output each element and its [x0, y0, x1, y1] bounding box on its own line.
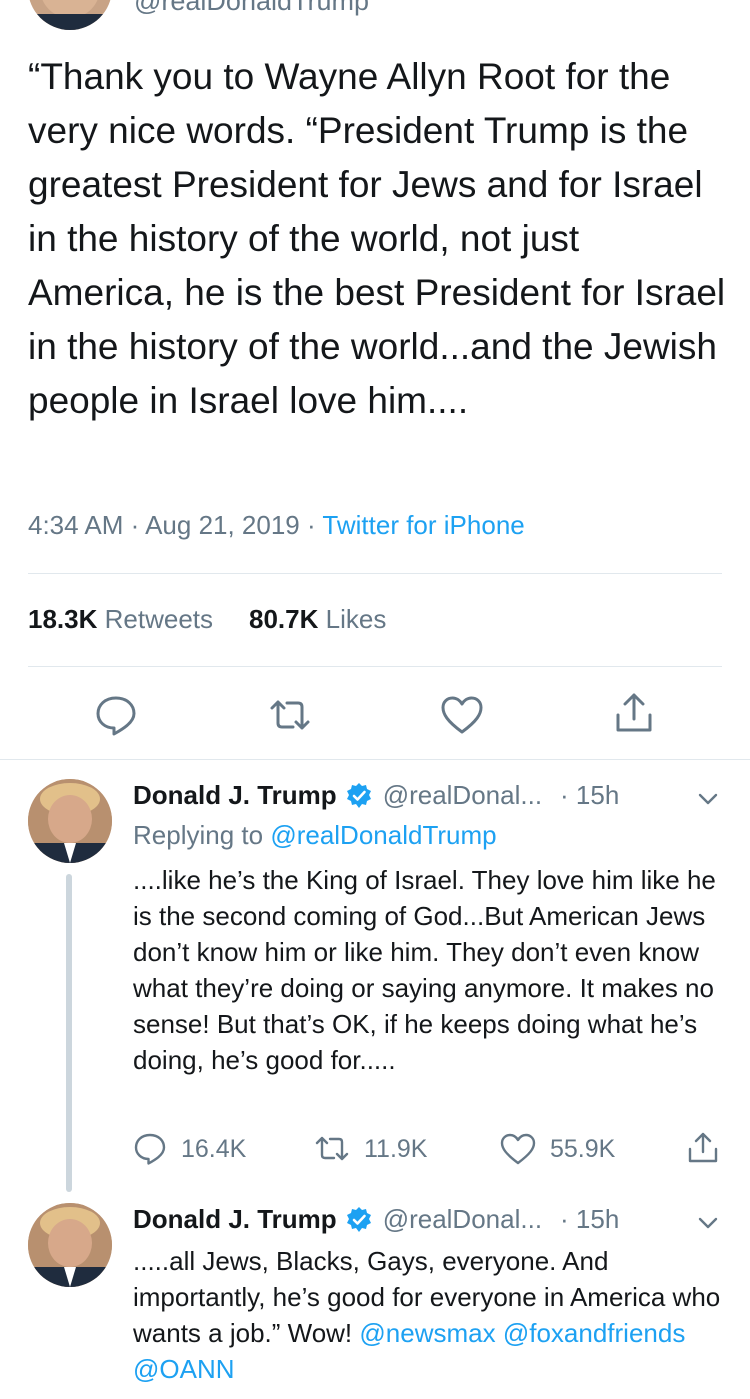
reply-avatar[interactable] [28, 779, 112, 863]
tweet-date: Aug 21, 2019 [145, 510, 300, 540]
meta-separator: · [299, 510, 323, 540]
retweet-button[interactable] [268, 693, 312, 737]
author-name[interactable]: Donald J. Trump [133, 780, 337, 811]
share-button[interactable] [612, 691, 656, 735]
reply-button[interactable]: 16.4K [133, 1132, 246, 1166]
retweet-button[interactable]: 11.9K [314, 1132, 427, 1166]
author-handle[interactable]: @realDonal... [383, 780, 542, 811]
author-handle[interactable]: @realDonal... [383, 1204, 542, 1235]
reply-text: .....all Jews, Blacks, Gays, everyone. A… [133, 1243, 733, 1387]
heart-icon [441, 696, 483, 734]
likes-stat[interactable]: 80.7K Likes [249, 604, 386, 634]
meta-separator: · [123, 510, 146, 540]
retweets-stat[interactable]: 18.3K Retweets [28, 604, 213, 634]
retweet-icon [315, 1136, 349, 1161]
chevron-down-icon[interactable] [695, 1210, 721, 1236]
reply-time: · 15h [560, 780, 620, 810]
likes-label: Likes [325, 604, 387, 634]
like-button[interactable] [440, 693, 484, 737]
mention-foxandfriends[interactable]: @foxandfriends [503, 1318, 686, 1348]
reply-button[interactable] [94, 693, 138, 737]
reply-icon [134, 1133, 166, 1165]
divider [28, 573, 722, 574]
likes-count: 80.7K [249, 604, 319, 634]
mention-newsmax[interactable]: @newsmax [359, 1318, 495, 1348]
tweet-time: 4:34 AM [28, 510, 124, 540]
thread-line [66, 874, 72, 1192]
retweets-label: Retweets [104, 604, 214, 634]
tweet-meta: 4:34 AM · Aug 21, 2019 · Twitter for iPh… [28, 510, 525, 541]
replying-to-mention[interactable]: @realDonaldTrump [270, 820, 496, 850]
like-count: 55.9K [550, 1134, 616, 1163]
share-icon [688, 1132, 718, 1163]
reply-count: 16.4K [181, 1134, 247, 1163]
like-button[interactable]: 55.9K [500, 1132, 615, 1166]
retweet-icon [270, 700, 310, 730]
verified-badge-icon [346, 782, 371, 808]
reply-text: ....like he’s the King of Israel. They l… [133, 865, 716, 1075]
section-divider [0, 759, 750, 760]
divider [28, 666, 722, 667]
replying-to: Replying to @realDonaldTrump [133, 820, 497, 851]
tweet-stats: 18.3K Retweets 80.7K Likes [28, 604, 386, 635]
reply-avatar[interactable] [28, 1203, 112, 1287]
main-tweet-text: “Thank you to Wayne Allyn Root for the v… [28, 56, 726, 421]
share-button[interactable] [686, 1131, 720, 1170]
main-tweet-avatar[interactable] [28, 0, 112, 30]
tweet-source-link[interactable]: Twitter for iPhone [322, 510, 524, 540]
mention-oann[interactable]: @OANN [133, 1354, 235, 1384]
reply-icon [96, 696, 136, 736]
main-tweet-handle[interactable]: @realDonaldTrump [134, 0, 369, 17]
author-name[interactable]: Donald J. Trump [133, 1204, 337, 1235]
heart-icon [500, 1133, 536, 1165]
share-icon [616, 693, 652, 732]
retweets-count: 18.3K [28, 604, 98, 634]
reply-time: · 15h [560, 1204, 620, 1234]
reply-header: Donald J. Trump @realDonal... · 15h [133, 1204, 619, 1235]
retweet-count: 11.9K [364, 1134, 428, 1163]
verified-badge-icon [346, 1206, 371, 1232]
replying-prefix: Replying to [133, 820, 271, 850]
reply-header: Donald J. Trump @realDonal... · 15h [133, 780, 619, 811]
chevron-down-icon[interactable] [695, 786, 721, 812]
